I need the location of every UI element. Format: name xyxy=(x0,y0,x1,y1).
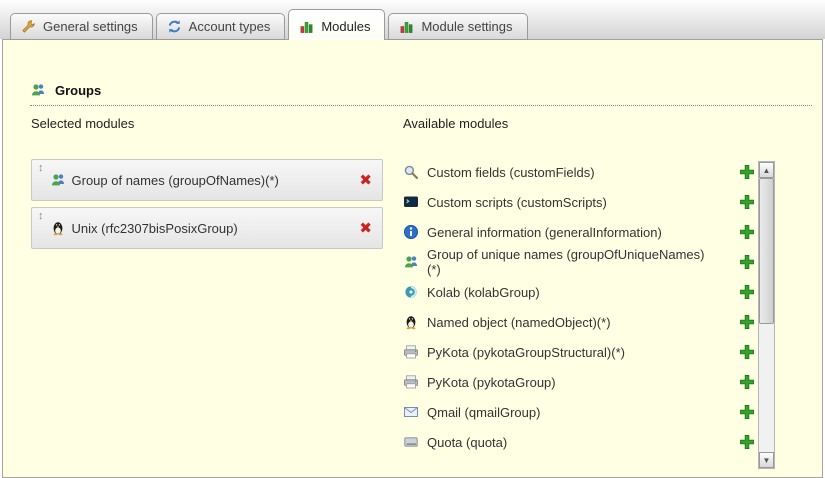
group-icon xyxy=(50,172,66,188)
add-module-button[interactable] xyxy=(739,434,755,450)
available-module-row: PyKota (pykotaGroupStructural)(*) xyxy=(403,337,755,367)
available-modules-list: Custom fields (customFields) Custom scri… xyxy=(403,157,755,457)
drag-handle-icon[interactable]: ↕ xyxy=(38,163,44,174)
magnifier-icon xyxy=(403,164,419,180)
available-module-label: Quota (quota) xyxy=(427,435,507,450)
available-modules-scrollbar[interactable]: ▲ ▼ xyxy=(758,161,775,469)
available-module-row: Named object (namedObject)(*) xyxy=(403,307,755,337)
selected-module-label: Unix (rfc2307bisPosixGroup) xyxy=(72,221,238,236)
modules-panel: Groups Selected modules Available module… xyxy=(2,39,823,478)
available-module-row: Custom scripts (customScripts) xyxy=(403,187,755,217)
kolab-icon xyxy=(403,284,419,300)
available-module-label: Kolab (kolabGroup) xyxy=(427,285,540,300)
tab-label: Module settings xyxy=(421,19,512,34)
available-module-label: PyKota (pykotaGroup) xyxy=(427,375,556,390)
tab-bar: General settings Account types Modules M… xyxy=(10,9,528,40)
selected-module-row[interactable]: ↕ Unix (rfc2307bisPosixGroup) ✖ xyxy=(31,207,383,249)
tux-icon xyxy=(403,314,419,330)
scrollbar-thumb[interactable] xyxy=(759,178,774,324)
tab-account-types[interactable]: Account types xyxy=(156,13,286,40)
available-module-label: Group of unique names (groupOfUniqueName… xyxy=(427,247,707,277)
available-module-label: General information (generalInformation) xyxy=(427,225,662,240)
available-module-label: Custom fields (customFields) xyxy=(427,165,595,180)
terminal-icon xyxy=(403,194,419,210)
available-module-row: Qmail (qmailGroup) xyxy=(403,397,755,427)
modules-chart-icon xyxy=(399,19,414,34)
available-module-row: PyKota (pykotaGroup) xyxy=(403,367,755,397)
refresh-gear-icon xyxy=(167,19,182,34)
scroll-up-button[interactable]: ▲ xyxy=(759,162,774,178)
available-module-label: Qmail (qmailGroup) xyxy=(427,405,540,420)
add-module-button[interactable] xyxy=(739,194,755,210)
tab-modules[interactable]: Modules xyxy=(288,9,385,40)
drag-handle-icon[interactable]: ↕ xyxy=(38,211,44,222)
available-module-row: Group of unique names (groupOfUniqueName… xyxy=(403,247,755,277)
tab-strip: General settings Account types Modules M… xyxy=(0,0,825,39)
page-title: Groups xyxy=(55,83,101,98)
selected-modules-list: ↕ Group of names (groupOfNames)(*) ✖ ↕ U… xyxy=(31,159,383,255)
selected-modules-heading: Selected modules xyxy=(31,116,134,131)
add-module-button[interactable] xyxy=(739,404,755,420)
info-icon xyxy=(403,224,419,240)
tab-module-settings[interactable]: Module settings xyxy=(388,13,527,40)
tux-icon xyxy=(50,220,66,236)
remove-module-button[interactable]: ✖ xyxy=(359,173,372,188)
add-module-button[interactable] xyxy=(739,224,755,240)
available-module-label: PyKota (pykotaGroupStructural)(*) xyxy=(427,345,625,360)
available-modules-heading: Available modules xyxy=(403,116,508,131)
available-module-row: Custom fields (customFields) xyxy=(403,157,755,187)
add-module-button[interactable] xyxy=(739,344,755,360)
group-icon xyxy=(403,254,419,270)
available-module-row: Quota (quota) xyxy=(403,427,755,457)
selected-module-label: Group of names (groupOfNames)(*) xyxy=(72,173,279,188)
available-module-label: Custom scripts (customScripts) xyxy=(427,195,607,210)
add-module-button[interactable] xyxy=(739,164,755,180)
printer-icon xyxy=(403,344,419,360)
mail-icon xyxy=(403,404,419,420)
scroll-down-button[interactable]: ▼ xyxy=(759,452,774,468)
available-module-label: Named object (namedObject)(*) xyxy=(427,315,611,330)
add-module-button[interactable] xyxy=(739,284,755,300)
section-header: Groups xyxy=(30,82,812,106)
tab-label: Account types xyxy=(189,19,271,34)
add-module-button[interactable] xyxy=(739,254,755,270)
disk-icon xyxy=(403,434,419,450)
available-module-row: General information (generalInformation) xyxy=(403,217,755,247)
tab-general-settings[interactable]: General settings xyxy=(10,13,153,40)
printer-icon xyxy=(403,374,419,390)
wrench-icon xyxy=(21,19,36,34)
remove-module-button[interactable]: ✖ xyxy=(359,221,372,236)
tab-label: General settings xyxy=(43,19,138,34)
selected-module-row[interactable]: ↕ Group of names (groupOfNames)(*) ✖ xyxy=(31,159,383,201)
group-icon xyxy=(30,82,46,98)
tab-label: Modules xyxy=(321,19,370,34)
available-module-row: Kolab (kolabGroup) xyxy=(403,277,755,307)
add-module-button[interactable] xyxy=(739,374,755,390)
modules-chart-icon xyxy=(299,19,314,34)
add-module-button[interactable] xyxy=(739,314,755,330)
